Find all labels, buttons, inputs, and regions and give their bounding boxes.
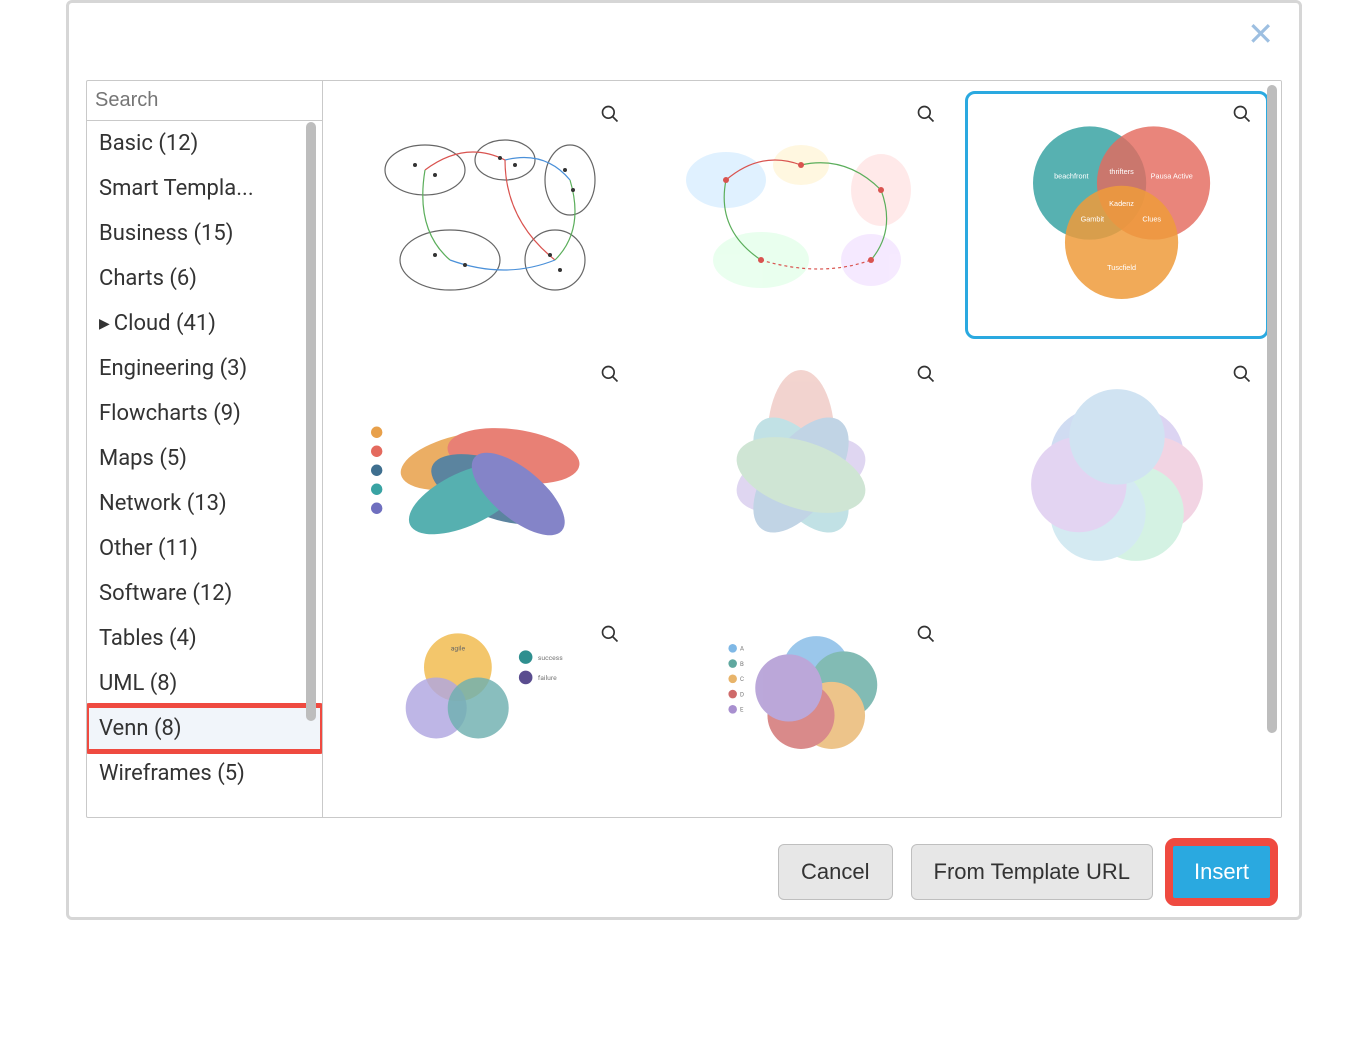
- search-row: [87, 81, 322, 121]
- expand-icon: ▶: [99, 316, 110, 332]
- category-label: Tables (4): [99, 626, 197, 651]
- sidebar: Basic (12) Smart Templa... Business (15) Ch…: [87, 81, 323, 817]
- sidebar-scrollbar[interactable]: [306, 122, 316, 721]
- category-item[interactable]: Maps (5): [87, 436, 322, 481]
- svg-text:Gambit: Gambit: [1081, 214, 1105, 223]
- category-item[interactable]: Network (13): [87, 481, 322, 526]
- dialog-frame: ✕ Basic (12) Smart Templa... Business (15)…: [66, 0, 1302, 920]
- category-item[interactable]: Other (11): [87, 526, 322, 571]
- main-scrollbar[interactable]: [1267, 85, 1277, 733]
- template-thumbnail: [984, 370, 1250, 580]
- category-list: Basic (12) Smart Templa... Business (15) Ch…: [87, 121, 322, 817]
- template-tile[interactable]: [333, 351, 637, 599]
- category-label: Engineering (3): [99, 356, 247, 381]
- category-label: Business (15): [99, 221, 233, 246]
- close-icon[interactable]: ✕: [1247, 18, 1274, 50]
- from-template-url-button[interactable]: From Template URL: [911, 844, 1153, 900]
- category-label: Basic (12): [99, 131, 198, 156]
- category-item[interactable]: Tables (4): [87, 616, 322, 661]
- category-label: Maps (5): [99, 446, 187, 471]
- svg-text:thrifters: thrifters: [1109, 167, 1134, 176]
- category-item[interactable]: Smart Templa...: [87, 166, 322, 211]
- category-label: Software (12): [99, 581, 232, 606]
- template-grid: beachfront Pausa Active Tuscfield thrift…: [323, 81, 1281, 817]
- template-thumbnail: [668, 110, 934, 320]
- content-split: Basic (12) Smart Templa... Business (15) Ch…: [86, 80, 1282, 818]
- template-tile[interactable]: [649, 351, 953, 599]
- template-thumbnail: [352, 370, 618, 580]
- category-label: Network (13): [99, 491, 227, 516]
- category-label: Wireframes (5): [99, 761, 245, 786]
- template-thumbnail: A B C D E: [668, 630, 934, 752]
- svg-text:Kadenz: Kadenz: [1109, 199, 1134, 208]
- category-item[interactable]: Venn (8): [87, 706, 322, 751]
- category-label: Smart Templa...: [99, 176, 254, 201]
- svg-text:A: A: [740, 646, 744, 653]
- svg-text:success: success: [538, 654, 563, 662]
- category-item[interactable]: ▶Cloud (41): [87, 301, 322, 346]
- svg-text:E: E: [740, 707, 744, 714]
- template-tile[interactable]: [965, 351, 1269, 599]
- category-label: Venn (8): [99, 716, 182, 741]
- svg-text:Clues: Clues: [1142, 214, 1161, 223]
- template-tile[interactable]: beachfront Pausa Active Tuscfield thrift…: [965, 91, 1269, 339]
- template-thumbnail: beachfront Pausa Active Tuscfield thrift…: [984, 110, 1250, 320]
- category-item[interactable]: Business (15): [87, 211, 322, 256]
- insert-button[interactable]: Insert: [1171, 844, 1272, 900]
- category-item[interactable]: Wireframes (5): [87, 751, 322, 796]
- category-label: Cloud (41): [114, 311, 216, 336]
- category-label: Charts (6): [99, 266, 197, 291]
- template-tile[interactable]: [649, 91, 953, 339]
- svg-text:D: D: [740, 691, 744, 698]
- svg-text:Tuscfield: Tuscfield: [1107, 263, 1136, 272]
- template-grid-panel: beachfront Pausa Active Tuscfield thrift…: [323, 81, 1281, 817]
- template-thumbnail: agile success failure: [352, 630, 618, 752]
- category-item[interactable]: Basic (12): [87, 121, 322, 166]
- category-item[interactable]: Charts (6): [87, 256, 322, 301]
- svg-text:failure: failure: [538, 674, 557, 682]
- svg-text:beachfront: beachfront: [1054, 171, 1088, 180]
- svg-text:agile: agile: [451, 644, 466, 652]
- template-thumbnail: [668, 370, 934, 580]
- category-item[interactable]: Engineering (3): [87, 346, 322, 391]
- category-item[interactable]: Flowcharts (9): [87, 391, 322, 436]
- svg-text:C: C: [740, 676, 744, 683]
- svg-text:B: B: [740, 661, 744, 668]
- category-label: Other (11): [99, 536, 198, 561]
- category-label: UML (8): [99, 671, 177, 696]
- cancel-button[interactable]: Cancel: [778, 844, 892, 900]
- dialog-body: ✕ Basic (12) Smart Templa... Business (15)…: [73, 7, 1295, 913]
- template-tile[interactable]: [333, 91, 637, 339]
- template-tile[interactable]: A B C D E: [649, 611, 953, 771]
- dialog-footer: Cancel From Template URL Insert: [74, 844, 1294, 900]
- template-thumbnail: [352, 110, 618, 320]
- category-item[interactable]: UML (8): [87, 661, 322, 706]
- template-tile[interactable]: agile success failure: [333, 611, 637, 771]
- category-item[interactable]: Software (12): [87, 571, 322, 616]
- svg-text:Pausa Active: Pausa Active: [1151, 171, 1193, 180]
- category-label: Flowcharts (9): [99, 401, 241, 426]
